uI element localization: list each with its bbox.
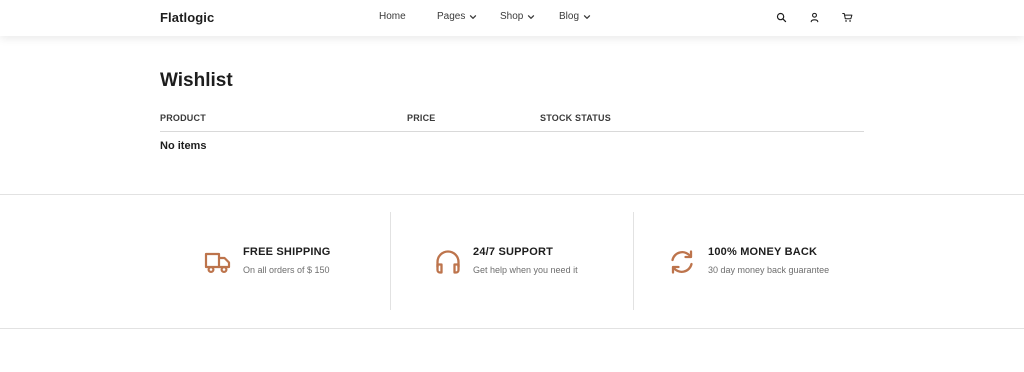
column-header-stock-status: STOCK STATUS (540, 113, 611, 123)
refresh-icon (668, 248, 696, 276)
logo[interactable]: Flatlogic (160, 10, 214, 25)
column-header-price: PRICE (407, 113, 436, 123)
search-icon[interactable] (776, 12, 787, 23)
divider (633, 212, 634, 310)
nav-item-label: Home (379, 11, 406, 22)
truck-icon (204, 248, 232, 276)
empty-message: No items (160, 140, 207, 152)
feature-subtitle: Get help when you need it (473, 265, 578, 275)
feature-subtitle: 30 day money back guarantee (708, 265, 830, 275)
divider (0, 194, 1024, 195)
nav-item-blog[interactable]: Blog (559, 11, 591, 22)
divider (0, 328, 1024, 329)
headphones-icon (434, 248, 462, 276)
nav-item-label: Pages (437, 11, 466, 22)
chevron-down-icon (527, 13, 535, 21)
page-title: Wishlist (160, 70, 233, 91)
nav-item-pages[interactable]: Pages (437, 11, 477, 22)
table-divider (160, 131, 864, 132)
user-icon[interactable] (809, 12, 820, 23)
cart-icon[interactable] (842, 12, 853, 23)
nav-item-label: Shop (500, 11, 524, 22)
nav-item-home[interactable]: Home (379, 11, 406, 22)
column-header-product: PRODUCT (160, 113, 206, 123)
feature-title: 100% MONEY BACK (708, 246, 818, 258)
site-header: Flatlogic Home Pages Shop Blog (0, 0, 1024, 36)
chevron-down-icon (583, 13, 591, 21)
chevron-down-icon (469, 13, 477, 21)
divider (390, 212, 391, 310)
feature-title: 24/7 SUPPORT (473, 246, 554, 258)
nav-item-label: Blog (559, 11, 580, 22)
feature-subtitle: On all orders of $ 150 (243, 265, 330, 275)
feature-title: FREE SHIPPING (243, 246, 331, 258)
nav-item-shop[interactable]: Shop (500, 11, 535, 22)
